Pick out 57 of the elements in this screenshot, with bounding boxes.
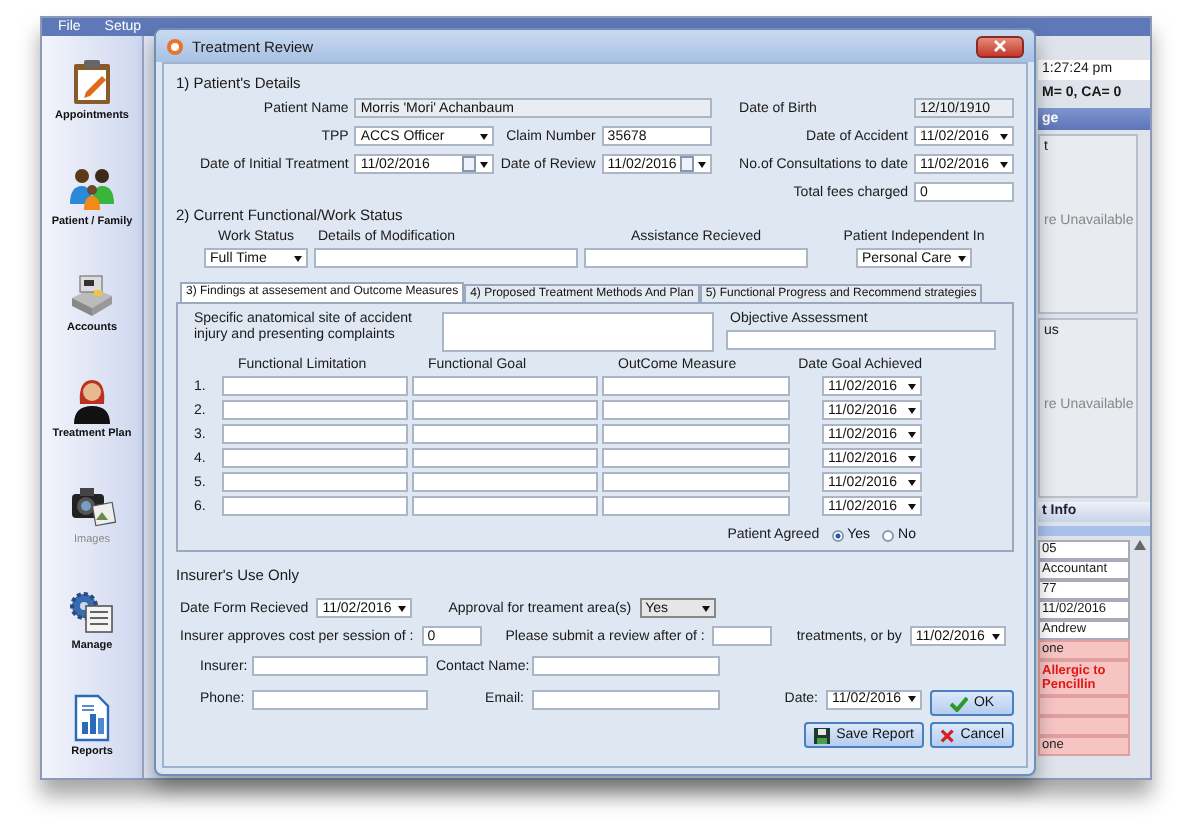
input-field[interactable] [314,248,578,268]
calendar-icon [462,156,477,172]
input-field[interactable] [412,496,598,516]
input-field[interactable] [222,472,408,492]
input-field[interactable] [222,424,408,444]
caret-icon [958,255,966,261]
caret-icon [908,479,916,485]
people-icon [67,163,116,211]
caret-icon [908,696,916,702]
header-stripe [1038,526,1150,536]
input-field[interactable] [532,689,720,709]
caret-icon [480,133,489,139]
caret-icon [698,161,707,167]
close-button[interactable] [976,35,1024,57]
close-icon [940,727,955,743]
caret-icon [294,255,302,261]
input-field[interactable] [726,330,996,350]
caret-icon [991,633,1000,639]
input-field[interactable] [584,248,808,268]
caret-icon [908,407,916,413]
scroll-up-icon[interactable] [1134,540,1146,550]
calendar-icon [680,156,695,172]
input-field[interactable] [412,424,598,444]
input-field[interactable] [412,472,598,492]
input-field[interactable] [532,656,720,676]
cash-register-icon [68,269,116,317]
input-field[interactable] [602,400,790,420]
input-field[interactable] [602,448,790,468]
caret-icon [908,431,916,437]
caret-icon [908,383,916,389]
caret-icon [1000,161,1008,167]
caret-icon [908,503,916,509]
input-field[interactable] [602,376,790,396]
input-field[interactable] [412,376,598,396]
input-field[interactable] [222,448,408,468]
input-field[interactable] [602,472,790,492]
caret-icon [908,455,916,461]
input-field[interactable] [442,312,714,352]
input-field[interactable] [222,496,408,516]
input-field[interactable] [252,656,428,676]
input-field[interactable] [412,448,598,468]
caret-icon [480,161,489,167]
caret-icon [701,605,710,611]
input-field[interactable] [222,400,408,420]
gear-list-icon [68,587,116,635]
input-field[interactable] [222,376,408,396]
checkmark-icon [949,695,968,711]
app-icon [166,37,184,55]
caret-icon [1000,133,1008,139]
input-field[interactable] [602,424,790,444]
person-icon [68,375,116,423]
close-icon [994,40,1006,52]
caret-icon [398,605,407,611]
input-field[interactable] [712,626,773,646]
input-field[interactable] [412,400,598,420]
input-field[interactable] [602,496,790,516]
input-field[interactable] [252,689,428,709]
